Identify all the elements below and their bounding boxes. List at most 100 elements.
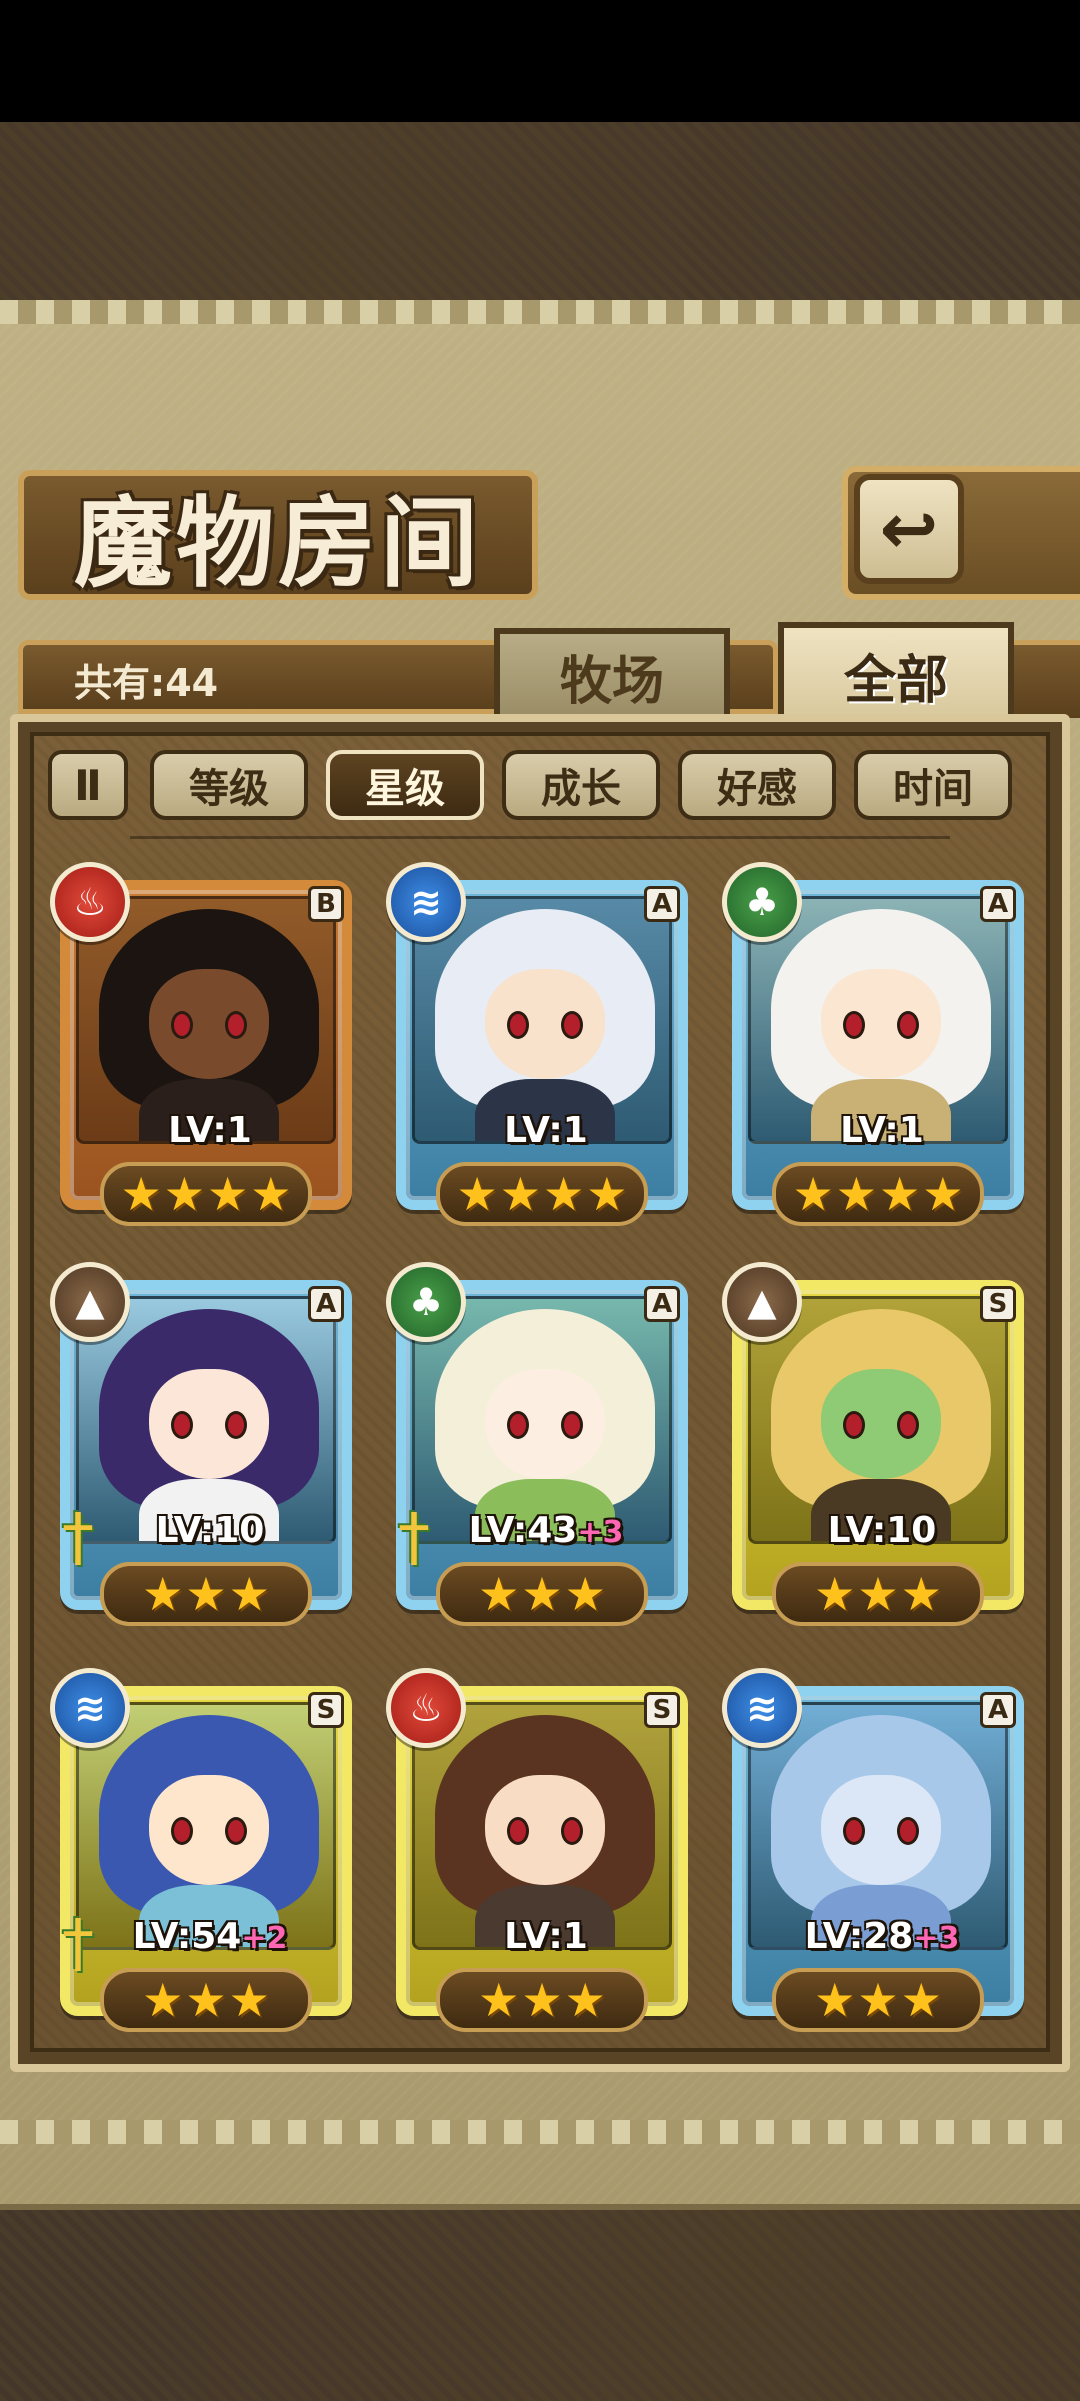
star-icon: ★ — [142, 1567, 184, 1621]
monster-level: LV:1 — [90, 1110, 330, 1151]
portrait-eye — [507, 1411, 529, 1439]
mountain-icon: ▲ — [50, 1262, 130, 1342]
rank-badge: A — [308, 1286, 344, 1322]
portrait-eye — [171, 1011, 193, 1039]
star-icon: ★ — [814, 1973, 856, 2027]
star-icon: ★ — [857, 1567, 899, 1621]
return-arrow-icon: ↩ — [879, 488, 939, 570]
portrait-eye — [843, 1411, 865, 1439]
rank-badge: A — [644, 1286, 680, 1322]
star-rating: ★ ★ ★ — [100, 1562, 312, 1626]
sort-order-toggle[interactable]: Ⅱ — [48, 750, 128, 820]
monster-card[interactable]: ≋ A LV:1 ★ ★ ★ ★ — [386, 862, 698, 1234]
monster-card[interactable]: ▲ S LV:10 ★ ★ ★ — [722, 1262, 1034, 1634]
monster-card[interactable]: ♨ B LV:1 ★ ★ ★ ★ — [50, 862, 362, 1234]
tab-all[interactable]: 全部 — [778, 622, 1014, 722]
monster-card[interactable]: ≋ A LV:28+3 ★ ★ ★ — [722, 1668, 1034, 2040]
star-rating: ★ ★ ★ ★ — [100, 1162, 312, 1226]
level-bonus: +2 — [241, 1921, 288, 1956]
leaf-icon: ♣ — [386, 1262, 466, 1342]
star-icon: ★ — [564, 1973, 606, 2027]
monster-level: LV:1 — [762, 1110, 1002, 1151]
monster-card[interactable]: ▲ A † LV:10 ★ ★ ★ — [50, 1262, 362, 1634]
portrait-eye — [225, 1411, 247, 1439]
filter-star[interactable]: 星级 — [326, 750, 484, 820]
star-rating: ★ ★ ★ — [436, 1968, 648, 2032]
portrait-face — [821, 969, 941, 1079]
leaf-icon: ♣ — [722, 862, 802, 942]
star-icon: ★ — [879, 1167, 921, 1221]
portrait-eye — [507, 1817, 529, 1845]
level-text: LV:28 — [804, 1916, 914, 1957]
star-rating: ★ ★ ★ — [100, 1968, 312, 2032]
portrait-eye — [171, 1817, 193, 1845]
level-text: LV:1 — [504, 1110, 588, 1151]
panel-torn-edge-top — [0, 300, 1080, 324]
star-icon: ★ — [142, 1973, 184, 2027]
back-button[interactable]: ↩ — [854, 474, 964, 584]
portrait-face — [149, 969, 269, 1079]
star-icon: ★ — [900, 1567, 942, 1621]
level-text: LV:1 — [840, 1110, 924, 1151]
portrait-eye — [171, 1411, 193, 1439]
filter-level[interactable]: 等级 — [150, 750, 308, 820]
portrait-face — [485, 1369, 605, 1479]
star-rating: ★ ★ ★ — [772, 1968, 984, 2032]
filter-affection[interactable]: 好感 — [678, 750, 836, 820]
level-bonus: +3 — [577, 1515, 624, 1550]
monster-card[interactable]: ♨ S LV:1 ★ ★ ★ — [386, 1668, 698, 2040]
star-icon: ★ — [478, 1567, 520, 1621]
portrait-eye — [897, 1011, 919, 1039]
page-title: 魔物房间 — [73, 486, 482, 601]
star-icon: ★ — [185, 1567, 227, 1621]
monster-card[interactable]: ≋ S † LV:54+2 ★ ★ ★ — [50, 1668, 362, 2040]
star-icon: ★ — [521, 1973, 563, 2027]
monster-level: LV:28+3 — [762, 1916, 1002, 1957]
filter-growth[interactable]: 成长 — [502, 750, 660, 820]
monster-level: LV:10 — [90, 1510, 330, 1551]
star-icon: ★ — [543, 1167, 585, 1221]
star-icon: ★ — [120, 1167, 162, 1221]
monster-count: 共有:44 — [74, 661, 219, 705]
filter-divider — [130, 836, 950, 839]
rank-badge: A — [980, 1692, 1016, 1728]
portrait-eye — [561, 1411, 583, 1439]
star-icon: ★ — [228, 1567, 270, 1621]
level-text: LV:54 — [132, 1916, 242, 1957]
tab-ranch[interactable]: 牧场 — [494, 628, 730, 718]
star-icon: ★ — [564, 1567, 606, 1621]
star-rating: ★ ★ ★ ★ — [772, 1162, 984, 1226]
rank-badge: S — [308, 1692, 344, 1728]
star-icon: ★ — [521, 1567, 563, 1621]
monster-level: LV:1 — [426, 1110, 666, 1151]
portrait-eye — [507, 1011, 529, 1039]
level-text: LV:10 — [827, 1510, 937, 1551]
star-icon: ★ — [228, 1973, 270, 2027]
pause-sort-icon: Ⅱ — [74, 760, 102, 810]
fire-icon: ♨ — [50, 862, 130, 942]
star-icon: ★ — [456, 1167, 498, 1221]
fire-icon: ♨ — [386, 1668, 466, 1748]
rank-badge: S — [644, 1692, 680, 1728]
portrait-eye — [561, 1011, 583, 1039]
level-text: LV:43 — [468, 1510, 578, 1551]
level-text: LV:10 — [155, 1510, 265, 1551]
portrait-eye — [897, 1817, 919, 1845]
star-icon: ★ — [250, 1167, 292, 1221]
star-rating: ★ ★ ★ — [772, 1562, 984, 1626]
monster-level: LV:43+3 — [426, 1510, 666, 1551]
portrait-face — [485, 1775, 605, 1885]
monster-card[interactable]: ♣ A LV:1 ★ ★ ★ ★ — [722, 862, 1034, 1234]
star-icon: ★ — [792, 1167, 834, 1221]
tab-bar-cap — [1014, 640, 1080, 718]
star-rating: ★ ★ ★ — [436, 1562, 648, 1626]
monster-level: LV:1 — [426, 1916, 666, 1957]
portrait-eye — [843, 1011, 865, 1039]
filter-time[interactable]: 时间 — [854, 750, 1012, 820]
monster-card[interactable]: ♣ A † LV:43+3 ★ ★ ★ — [386, 1262, 698, 1634]
portrait-face — [149, 1369, 269, 1479]
level-bonus: +3 — [913, 1921, 960, 1956]
star-icon: ★ — [499, 1167, 541, 1221]
rank-badge: B — [308, 886, 344, 922]
portrait-face — [485, 969, 605, 1079]
